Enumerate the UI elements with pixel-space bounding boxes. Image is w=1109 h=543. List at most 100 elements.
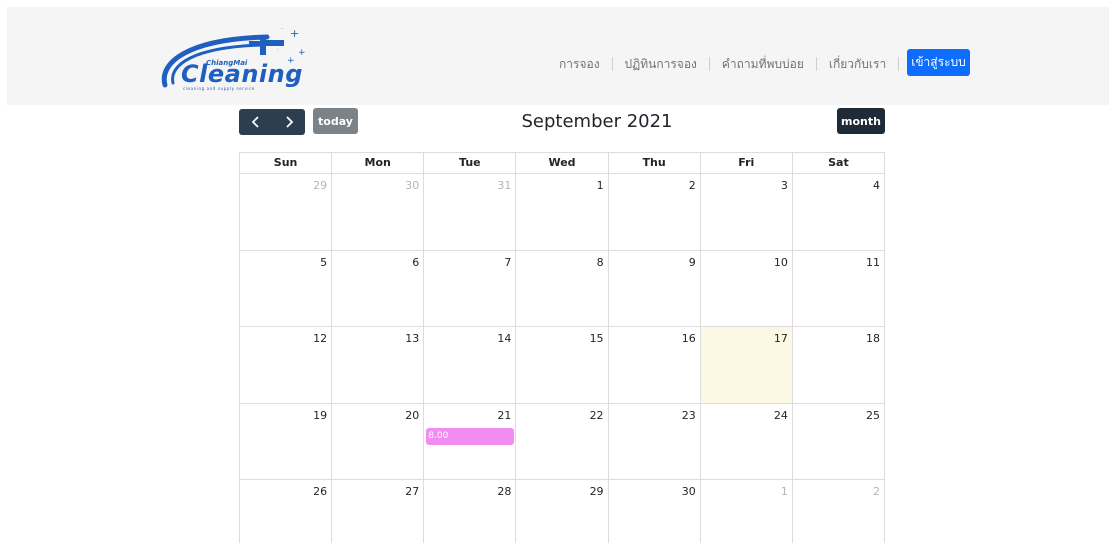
day-number[interactable]: 30: [405, 179, 419, 192]
svg-text:+: +: [298, 48, 306, 58]
calendar-event[interactable]: 8.00: [426, 427, 515, 445]
nav-item-booking[interactable]: การจอง: [547, 57, 612, 71]
calendar-day-cell[interactable]: 14: [424, 327, 517, 404]
day-number[interactable]: 26: [313, 485, 327, 498]
day-number[interactable]: 23: [682, 409, 696, 422]
day-number[interactable]: 11: [866, 256, 880, 269]
calendar-day-cell[interactable]: 4: [792, 174, 885, 251]
prev-month-button[interactable]: [239, 109, 272, 135]
calendar-day-cell[interactable]: 19: [240, 403, 333, 480]
day-number[interactable]: 18: [866, 332, 880, 345]
nav-item-booking-calendar[interactable]: ปฏิทินการจอง: [613, 57, 709, 71]
day-header-row: Sun Mon Tue Wed Thu Fri Sat: [240, 153, 885, 174]
day-number[interactable]: 24: [774, 409, 788, 422]
main-nav: การจอง ปฏิทินการจอง คำถามที่พบบ่อย เกี่ย…: [547, 57, 900, 71]
day-number[interactable]: 7: [504, 256, 511, 269]
day-number[interactable]: 13: [405, 332, 419, 345]
day-number[interactable]: 29: [313, 179, 327, 192]
day-header-thu: Thu: [608, 153, 701, 174]
login-button[interactable]: เข้าสู่ระบบ: [907, 49, 970, 76]
calendar-weeks: 29 30 31 1 2 3 4 5 6 7 8 9 10 11 12 13 14 15 16 17 18 19 20 21 8…: [240, 174, 885, 543]
calendar-day-cell[interactable]: 2: [608, 174, 701, 251]
calendar-day-cell[interactable]: 29: [240, 174, 333, 251]
day-header-tue: Tue: [424, 153, 517, 174]
day-number[interactable]: 16: [682, 332, 696, 345]
day-number[interactable]: 20: [405, 409, 419, 422]
calendar-day-cell[interactable]: 10: [700, 250, 793, 327]
calendar-day-cell[interactable]: 26: [240, 480, 333, 543]
month-view-button[interactable]: month: [837, 108, 885, 134]
day-number[interactable]: 1: [781, 485, 788, 498]
day-number[interactable]: 3: [781, 179, 788, 192]
calendar-day-cell[interactable]: 18: [792, 327, 885, 404]
day-number[interactable]: 4: [873, 179, 880, 192]
next-month-button[interactable]: [272, 109, 305, 135]
day-number[interactable]: 21: [497, 409, 511, 422]
calendar-day-cell[interactable]: 9: [608, 250, 701, 327]
calendar-day-cell[interactable]: 21 8.00: [424, 403, 517, 480]
day-header-fri: Fri: [700, 153, 793, 174]
today-button[interactable]: today: [313, 108, 358, 134]
calendar-day-cell[interactable]: 30: [608, 480, 701, 543]
nav-item-faq[interactable]: คำถามที่พบบ่อย: [710, 57, 816, 71]
day-number[interactable]: 8: [597, 256, 604, 269]
calendar-day-cell[interactable]: 24: [700, 403, 793, 480]
calendar-day-cell[interactable]: 25: [792, 403, 885, 480]
calendar-day-cell[interactable]: 27: [332, 480, 425, 543]
day-number[interactable]: 17: [774, 332, 788, 345]
day-number[interactable]: 28: [497, 485, 511, 498]
day-number[interactable]: 12: [313, 332, 327, 345]
day-number[interactable]: 25: [866, 409, 880, 422]
day-number[interactable]: 31: [497, 179, 511, 192]
prev-next-button-group: [239, 109, 305, 135]
calendar-day-cell[interactable]: 11: [792, 250, 885, 327]
nav-item-about[interactable]: เกี่ยวกับเรา: [817, 57, 898, 71]
calendar-day-cell[interactable]: 6: [332, 250, 425, 327]
calendar-day-cell[interactable]: 3: [700, 174, 793, 251]
day-number[interactable]: 27: [405, 485, 419, 498]
logo-tagline: cleaning and supply service: [183, 86, 255, 91]
day-number[interactable]: 1: [597, 179, 604, 192]
calendar-day-cell[interactable]: 23: [608, 403, 701, 480]
calendar-day-cell[interactable]: 20: [332, 403, 425, 480]
svg-text:+: +: [290, 27, 299, 40]
calendar-day-cell[interactable]: 13: [332, 327, 425, 404]
calendar-day-cell[interactable]: 15: [516, 327, 609, 404]
day-number[interactable]: 30: [682, 485, 696, 498]
day-header-sat: Sat: [792, 153, 885, 174]
calendar-day-cell[interactable]: 5: [240, 250, 333, 327]
day-number[interactable]: 22: [590, 409, 604, 422]
calendar-day-cell[interactable]: 1: [700, 480, 793, 543]
calendar-day-cell[interactable]: 12: [240, 327, 333, 404]
site-header: + · + + · ChiangMai Cleaning cleaning an…: [7, 7, 1109, 105]
day-number[interactable]: 5: [320, 256, 327, 269]
calendar-day-cell[interactable]: 28: [424, 480, 517, 543]
day-number[interactable]: 19: [313, 409, 327, 422]
calendar-day-cell[interactable]: 7: [424, 250, 517, 327]
day-number[interactable]: 15: [590, 332, 604, 345]
day-number[interactable]: 6: [412, 256, 419, 269]
calendar-day-cell[interactable]: 2: [792, 480, 885, 543]
calendar-day-cell[interactable]: 29: [516, 480, 609, 543]
chiangmai-cleaning-logo[interactable]: + · + + · ChiangMai Cleaning cleaning an…: [157, 25, 317, 91]
day-header-sun: Sun: [240, 153, 333, 174]
day-number[interactable]: 9: [689, 256, 696, 269]
calendar-day-cell[interactable]: 30: [332, 174, 425, 251]
calendar-day-cell[interactable]: 1: [516, 174, 609, 251]
calendar-day-cell[interactable]: 8: [516, 250, 609, 327]
day-number[interactable]: 2: [689, 179, 696, 192]
day-number[interactable]: 29: [590, 485, 604, 498]
chevron-right-icon: [285, 116, 293, 128]
calendar-day-cell[interactable]: 16: [608, 327, 701, 404]
chevron-left-icon: [251, 116, 259, 128]
day-number[interactable]: 10: [774, 256, 788, 269]
day-number[interactable]: 2: [873, 485, 880, 498]
calendar-day-cell[interactable]: 31: [424, 174, 517, 251]
svg-text:·: ·: [281, 26, 283, 33]
logo-brand-text: Cleaning: [181, 60, 303, 88]
day-number[interactable]: 14: [497, 332, 511, 345]
nav-divider: [898, 57, 900, 71]
calendar-day-cell-today[interactable]: 17: [700, 327, 793, 404]
calendar-day-cell[interactable]: 22: [516, 403, 609, 480]
month-calendar: Sun Mon Tue Wed Thu Fri Sat 29 30 31 1 2 3 4 5 6…: [239, 152, 885, 543]
